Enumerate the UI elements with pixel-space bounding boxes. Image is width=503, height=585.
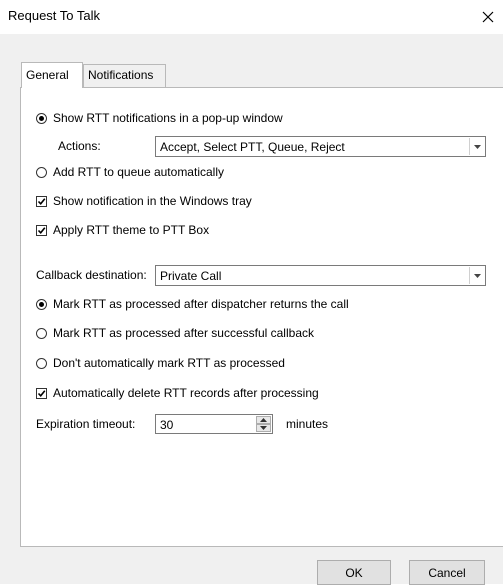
cancel-button-label: Cancel: [428, 565, 466, 580]
chevron-down-icon: [473, 273, 481, 278]
auto-delete-checkbox[interactable]: [36, 387, 47, 399]
apply-theme-option[interactable]: Apply RTT theme to PTT Box: [36, 223, 209, 237]
windows-tray-label: Show notification in the Windows tray: [53, 194, 252, 208]
expiration-unit-label: minutes: [286, 417, 329, 431]
windows-tray-option[interactable]: Show notification in the Windows tray: [36, 194, 252, 208]
checkmark-icon: [37, 389, 46, 397]
callback-destination-dropdown[interactable]: Private Call: [155, 265, 486, 286]
apply-theme-label: Apply RTT theme to PTT Box: [53, 223, 210, 237]
apply-theme-checkbox[interactable]: [36, 224, 47, 236]
checkmark-icon: [37, 197, 46, 205]
add-queue-option[interactable]: Add RTT to queue automatically: [36, 165, 224, 179]
chevron-down-icon: [473, 144, 481, 149]
mark-after-callback-option[interactable]: Mark RTT as processed after successful c…: [36, 326, 314, 340]
expiration-spin-buttons: [256, 416, 271, 432]
spin-down-icon: [260, 426, 267, 430]
actions-label: Actions:: [58, 139, 101, 153]
cancel-button[interactable]: Cancel: [409, 560, 485, 585]
ok-button[interactable]: OK: [317, 560, 391, 585]
request-to-talk-dialog: Request To Talk General Notifications Sh…: [0, 0, 503, 585]
ok-button-label: OK: [345, 565, 363, 580]
title-bar: Request To Talk: [0, 0, 503, 34]
callback-destination-label: Callback destination:: [36, 268, 147, 282]
spin-up-button[interactable]: [256, 416, 271, 424]
dont-mark-label: Don't automatically mark RTT as processe…: [53, 356, 285, 370]
auto-delete-label: Automatically delete RTT records after p…: [53, 386, 319, 400]
add-queue-radio[interactable]: [36, 166, 47, 178]
windows-tray-checkbox[interactable]: [36, 195, 47, 207]
show-popup-label: Show RTT notifications in a pop-up windo…: [53, 111, 283, 125]
actions-dropdown[interactable]: Accept, Select PTT, Queue, Reject: [155, 136, 486, 157]
mark-after-dispatcher-option[interactable]: Mark RTT as processed after dispatcher r…: [36, 297, 349, 311]
expiration-timeout-label: Expiration timeout:: [36, 417, 136, 431]
tab-notifications[interactable]: Notifications: [83, 64, 166, 87]
actions-value: Accept, Select PTT, Queue, Reject: [160, 140, 345, 154]
spin-down-button[interactable]: [256, 424, 271, 432]
show-popup-radio[interactable]: [36, 112, 47, 124]
spin-up-icon: [260, 418, 267, 422]
callback-destination-value: Private Call: [160, 269, 222, 283]
mark-after-callback-radio[interactable]: [36, 327, 47, 339]
actions-dropdown-arrow[interactable]: [469, 138, 484, 155]
window-title: Request To Talk: [8, 8, 101, 23]
mark-after-dispatcher-radio[interactable]: [36, 298, 47, 310]
close-icon: [482, 11, 494, 23]
mark-after-dispatcher-label: Mark RTT as processed after dispatcher r…: [53, 297, 349, 311]
close-button[interactable]: [481, 0, 503, 34]
tab-general[interactable]: General: [21, 62, 83, 88]
add-queue-label: Add RTT to queue automatically: [53, 165, 224, 179]
expiration-timeout-stepper[interactable]: 30: [155, 414, 273, 434]
expiration-timeout-value: 30: [160, 418, 174, 432]
tab-general-label: General: [26, 68, 69, 82]
dont-mark-radio[interactable]: [36, 357, 47, 369]
checkmark-icon: [37, 226, 46, 234]
show-popup-option[interactable]: Show RTT notifications in a pop-up windo…: [36, 111, 283, 125]
dont-mark-option[interactable]: Don't automatically mark RTT as processe…: [36, 356, 285, 370]
auto-delete-option[interactable]: Automatically delete RTT records after p…: [36, 386, 319, 400]
mark-after-callback-label: Mark RTT as processed after successful c…: [53, 326, 314, 340]
tab-notifications-label: Notifications: [88, 68, 154, 82]
callback-dropdown-arrow[interactable]: [469, 267, 484, 284]
